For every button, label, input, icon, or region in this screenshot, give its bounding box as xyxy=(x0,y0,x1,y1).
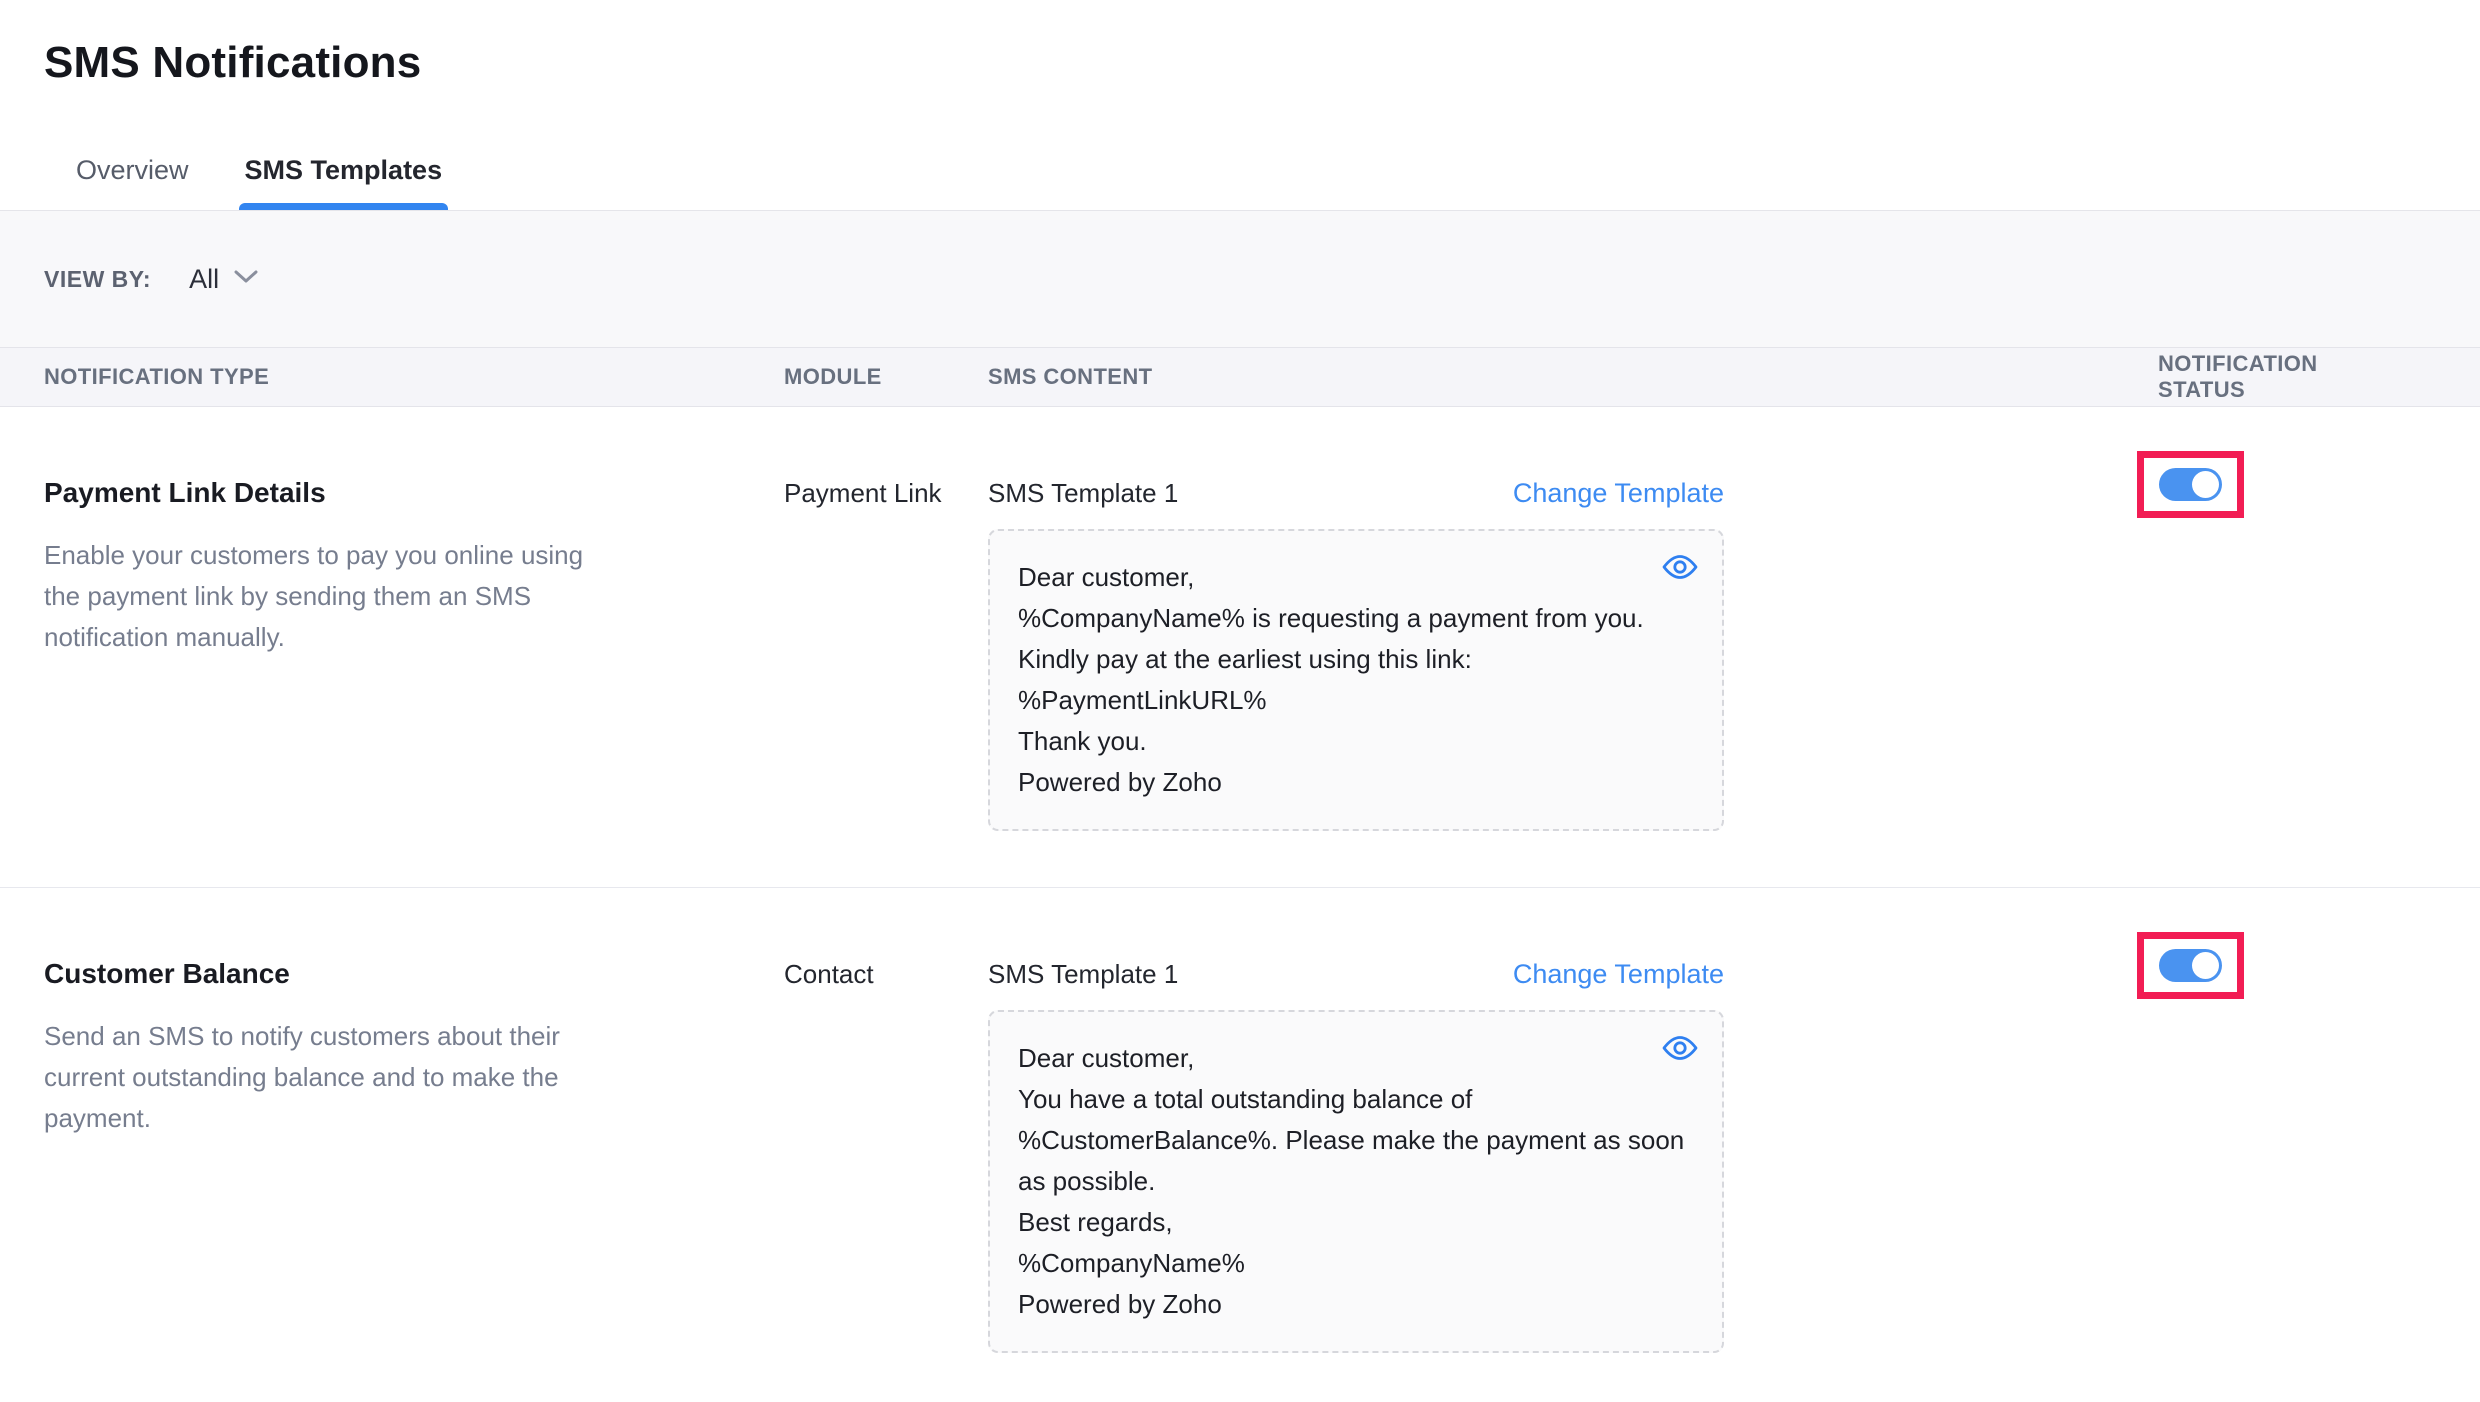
notification-type-cell: Payment Link Details Enable your custome… xyxy=(44,477,784,658)
sms-line: Powered by Zoho xyxy=(1018,1284,1692,1325)
notification-type-cell: Customer Balance Send an SMS to notify c… xyxy=(44,958,784,1139)
sms-line: Powered by Zoho xyxy=(1018,762,1692,803)
template-name: SMS Template 1 xyxy=(988,958,1178,990)
sms-line: Dear customer, xyxy=(1018,557,1692,598)
col-header-module: MODULE xyxy=(784,364,988,390)
table-row: Payment Link Details Enable your custome… xyxy=(0,407,2480,888)
sms-template-text: Dear customer,%CompanyName% is requestin… xyxy=(1018,557,1692,803)
tab-overview[interactable]: Overview xyxy=(76,154,189,210)
template-row: SMS Template 1 Change Template xyxy=(988,477,1724,509)
col-header-notification-type: NOTIFICATION TYPE xyxy=(44,364,784,390)
notification-toggle-on[interactable] xyxy=(2159,468,2222,501)
eye-icon[interactable] xyxy=(1660,551,1700,583)
page-title: SMS Notifications xyxy=(44,36,2436,90)
sms-line: as possible. xyxy=(1018,1161,1692,1202)
view-by-label: VIEW BY: xyxy=(44,266,151,293)
sms-line: Thank you. xyxy=(1018,721,1692,762)
table-header-row: NOTIFICATION TYPE MODULE SMS CONTENT NOT… xyxy=(0,347,2480,407)
page-header: SMS Notifications Overview SMS Templates xyxy=(0,0,2480,210)
view-by-value: All xyxy=(189,264,219,295)
module-cell: Payment Link xyxy=(784,477,988,509)
sms-template-preview-box: Dear customer,You have a total outstandi… xyxy=(988,1010,1724,1353)
sms-content-cell: SMS Template 1 Change Template Dear cust… xyxy=(988,958,1724,1353)
notification-toggle-on[interactable] xyxy=(2159,949,2222,982)
chevron-down-icon xyxy=(233,269,259,289)
change-template-link[interactable]: Change Template xyxy=(1513,477,1724,509)
sms-line: %CustomerBalance%. Please make the payme… xyxy=(1018,1120,1692,1161)
sms-template-preview-box: Dear customer,%CompanyName% is requestin… xyxy=(988,529,1724,831)
filter-bar: VIEW BY: All xyxy=(0,210,2480,347)
notification-title: Payment Link Details xyxy=(44,477,784,509)
sms-line: Kindly pay at the earliest using this li… xyxy=(1018,639,1692,680)
col-header-notification-status: NOTIFICATION STATUS xyxy=(2158,351,2405,403)
sms-content-cell: SMS Template 1 Change Template Dear cust… xyxy=(988,477,1724,831)
notification-title: Customer Balance xyxy=(44,958,784,990)
sms-line: You have a total outstanding balance of xyxy=(1018,1079,1692,1120)
toggle-knob xyxy=(2192,471,2219,498)
notification-description: Enable your customers to pay you online … xyxy=(44,535,619,658)
notification-description: Send an SMS to notify customers about th… xyxy=(44,1016,619,1139)
sms-template-text: Dear customer,You have a total outstandi… xyxy=(1018,1038,1692,1325)
eye-icon[interactable] xyxy=(1660,1032,1700,1064)
view-by-dropdown[interactable]: All xyxy=(189,264,259,295)
notification-status-cell xyxy=(2158,958,2244,999)
module-cell: Contact xyxy=(784,958,988,990)
sms-line: %CompanyName% xyxy=(1018,1243,1692,1284)
toggle-knob xyxy=(2192,952,2219,979)
sms-line: %PaymentLinkURL% xyxy=(1018,680,1692,721)
template-row: SMS Template 1 Change Template xyxy=(988,958,1724,990)
tab-sms-templates[interactable]: SMS Templates xyxy=(245,154,443,210)
annotation-highlight-box xyxy=(2137,932,2244,999)
notification-status-cell xyxy=(2158,477,2244,518)
col-header-sms-content: SMS CONTENT xyxy=(988,364,2158,390)
sms-line: Dear customer, xyxy=(1018,1038,1692,1079)
sms-line: %CompanyName% is requesting a payment fr… xyxy=(1018,598,1692,639)
tab-bar: Overview SMS Templates xyxy=(44,154,2436,210)
sms-line: Best regards, xyxy=(1018,1202,1692,1243)
annotation-highlight-box xyxy=(2137,451,2244,518)
template-name: SMS Template 1 xyxy=(988,477,1178,509)
table-row: Customer Balance Send an SMS to notify c… xyxy=(0,888,2480,1402)
change-template-link[interactable]: Change Template xyxy=(1513,958,1724,990)
